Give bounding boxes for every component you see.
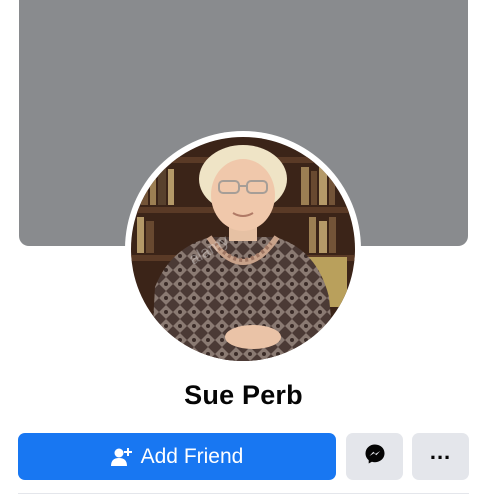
- add-friend-label: Add Friend: [140, 444, 244, 468]
- profile-page: alamy Sue Perb Add Friend ...: [0, 0, 487, 500]
- divider: [18, 493, 469, 494]
- profile-picture-frame[interactable]: alamy: [125, 131, 361, 367]
- more-options-button[interactable]: ...: [412, 433, 469, 480]
- messenger-icon: [364, 443, 386, 470]
- more-horizontal-icon: ...: [429, 438, 452, 464]
- profile-picture-image: alamy: [131, 137, 355, 361]
- profile-actions: Add Friend ...: [18, 433, 469, 480]
- message-button[interactable]: [346, 433, 403, 480]
- add-friend-button[interactable]: Add Friend: [18, 433, 336, 480]
- person-add-icon: [110, 447, 133, 467]
- profile-picture[interactable]: alamy: [131, 137, 355, 361]
- profile-name: Sue Perb: [184, 380, 303, 410]
